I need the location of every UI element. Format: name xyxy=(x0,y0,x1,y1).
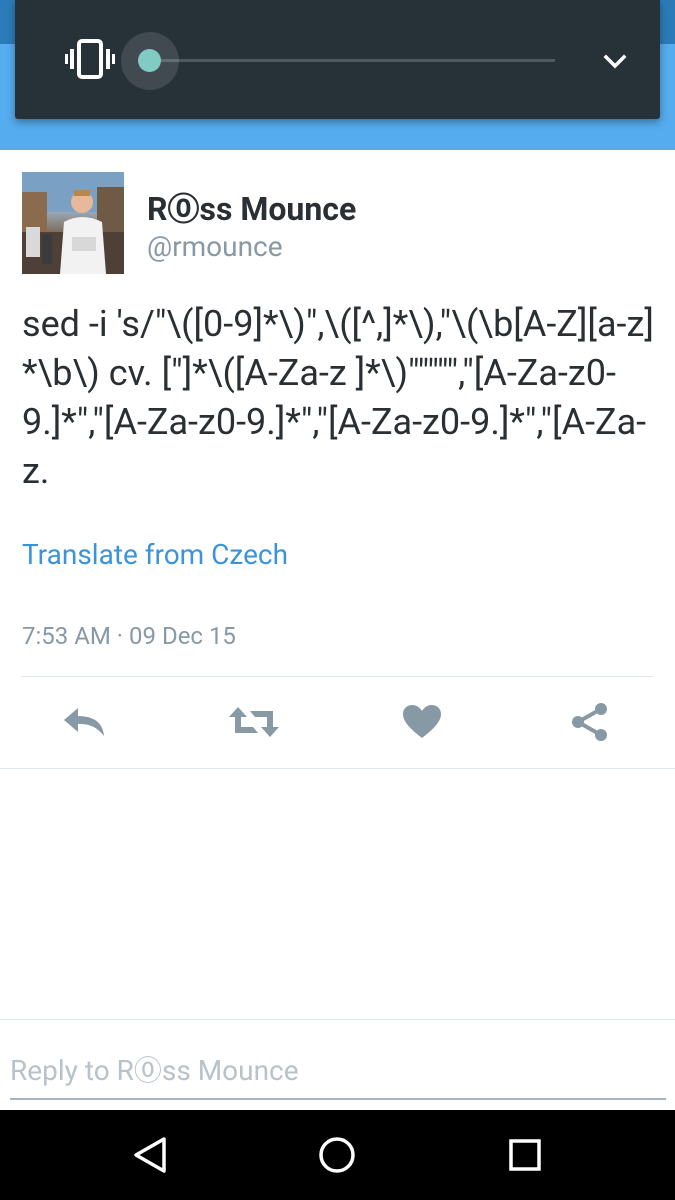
chevron-down-icon[interactable] xyxy=(602,50,628,72)
vibrate-icon[interactable] xyxy=(65,39,115,79)
divider xyxy=(22,676,653,677)
divider xyxy=(0,768,675,769)
home-icon[interactable] xyxy=(314,1132,360,1178)
heart-icon xyxy=(403,705,441,739)
volume-slider-thumb[interactable] xyxy=(138,49,161,72)
reply-input[interactable] xyxy=(10,1042,666,1100)
reply-bar-divider xyxy=(0,1019,675,1020)
share-icon xyxy=(570,702,610,742)
author-name[interactable]: R⓪ss Mounce xyxy=(147,184,356,230)
translate-link[interactable]: Translate from Czech xyxy=(22,538,288,571)
share-button[interactable] xyxy=(562,696,618,748)
tweet-timestamp: 7:53 AM · 09 Dec 15 xyxy=(22,622,236,650)
reply-button[interactable] xyxy=(56,696,112,748)
retweet-icon xyxy=(228,705,280,739)
like-button[interactable] xyxy=(394,696,450,748)
volume-panel xyxy=(15,0,660,119)
avatar[interactable] xyxy=(22,172,124,274)
android-nav-bar xyxy=(0,1110,675,1200)
volume-slider-track[interactable] xyxy=(150,59,555,62)
reply-icon xyxy=(62,706,106,738)
author-handle[interactable]: @rmounce xyxy=(147,230,283,263)
back-icon[interactable] xyxy=(127,1132,173,1178)
recents-icon[interactable] xyxy=(502,1132,548,1178)
retweet-button[interactable] xyxy=(226,696,282,748)
tweet-text: sed -i 's/"\([0-9]*\)",\([^,]*\),"\(\b[A… xyxy=(22,303,654,492)
